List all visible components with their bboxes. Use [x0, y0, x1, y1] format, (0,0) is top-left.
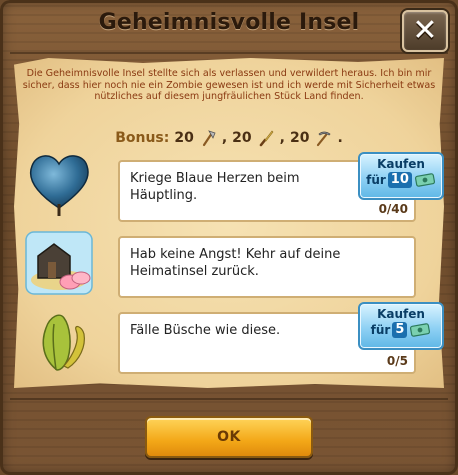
bonus-amount: 20	[232, 130, 252, 146]
intro-text: Die Geheimnisvolle Insel stellte sich al…	[22, 68, 436, 102]
bonus-separator: ,	[279, 130, 285, 146]
plank-divider	[10, 52, 448, 54]
home-island-icon	[25, 231, 93, 295]
ok-button[interactable]: OK	[145, 416, 313, 458]
buy-label: Kaufen	[377, 307, 425, 321]
plank-divider	[10, 398, 448, 400]
task-text: Fälle Büsche wie diese.	[130, 323, 281, 338]
buy-prefix: für	[370, 323, 391, 337]
dialog-title: Geheimnisvolle Insel	[98, 10, 360, 35]
bonus-row: Bonus: 20 , 20 , 20 .	[0, 128, 458, 148]
task-box: Hab keine Angst! Kehr auf deine Heimatin…	[118, 236, 416, 298]
bonus-separator: ,	[221, 130, 228, 146]
bush-icon	[42, 314, 85, 371]
pickaxe-icon	[317, 131, 332, 147]
cash-icon	[410, 323, 431, 337]
bonus-amount: 20	[174, 130, 194, 146]
ok-label: OK	[217, 429, 241, 445]
buy-label: Kaufen	[377, 157, 425, 171]
buy-button[interactable]: Kaufen für 10	[358, 152, 444, 200]
buy-price: 10	[387, 172, 412, 188]
bonus-amount: 20	[289, 130, 310, 146]
close-x-icon: ✕	[412, 13, 438, 48]
axe-icon	[202, 130, 216, 147]
knife-icon	[259, 130, 274, 147]
buy-prefix: für	[366, 173, 386, 187]
close-button[interactable]: ✕	[402, 10, 448, 52]
task-progress: 0/5	[386, 354, 408, 368]
buy-button[interactable]: Kaufen für 5	[358, 302, 444, 350]
bonus-end: .	[337, 130, 343, 146]
task-text: Kriege Blaue Herzen beim Häuptling.	[130, 171, 300, 203]
bonus-label: Bonus:	[115, 130, 170, 146]
task-text: Hab keine Angst! Kehr auf deine Heimatin…	[130, 247, 341, 279]
blue-heart-icon	[29, 155, 89, 216]
cash-icon	[414, 173, 435, 187]
task-progress: 0/40	[378, 202, 408, 216]
buy-price: 5	[392, 322, 408, 338]
